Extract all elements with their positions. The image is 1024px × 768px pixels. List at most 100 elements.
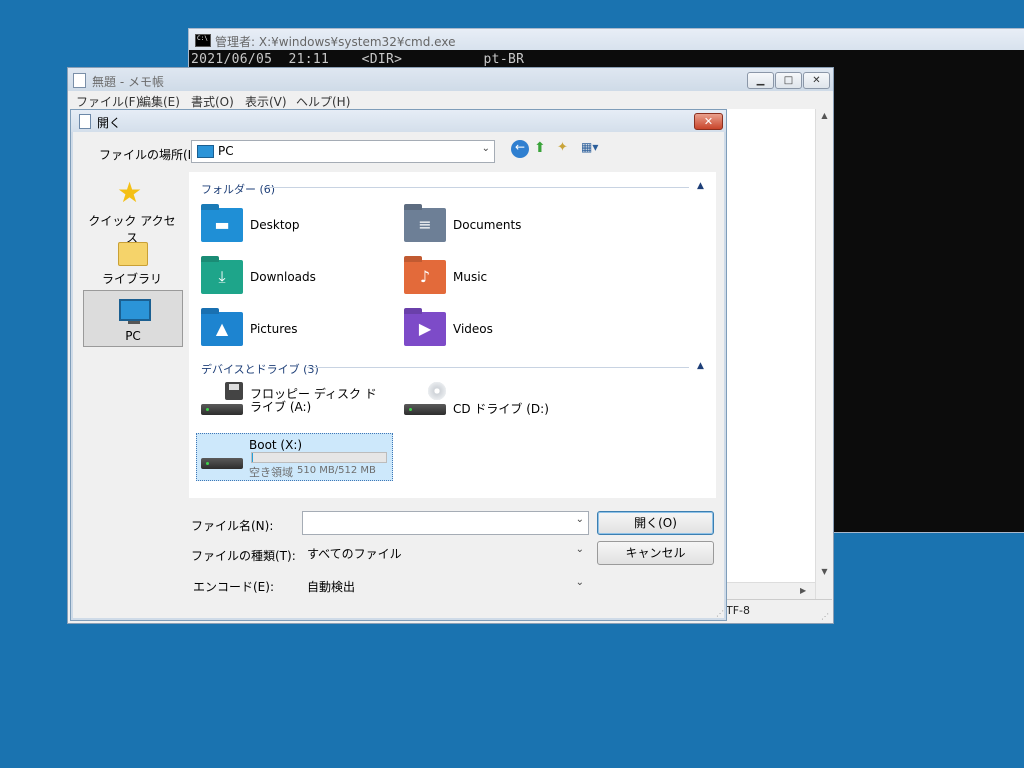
collapse-chevron-icon[interactable]: ▲: [697, 181, 704, 191]
scroll-up-icon[interactable]: ▲: [816, 111, 833, 120]
cmd-titlebar[interactable]: 管理者: X:¥windows¥system32¥cmd.exe: [189, 29, 1024, 50]
minimize-button[interactable]: ▁: [747, 72, 774, 89]
cd-drive-icon: [404, 404, 446, 415]
folder-pictures[interactable]: ▲ Pictures: [201, 312, 391, 346]
capacity-bar: [251, 452, 387, 463]
menu-help[interactable]: ヘルプ(H): [296, 93, 350, 110]
item-name: Pictures: [250, 322, 298, 336]
menu-bar: ファイル(F) 編集(E) 書式(O) 表示(V) ヘルプ(H): [68, 91, 833, 109]
location-combo[interactable]: PC ⌄: [191, 140, 495, 163]
monitor-stand: [128, 321, 140, 324]
drive-cd[interactable]: CD ドライブ (D:): [404, 382, 594, 422]
new-folder-icon[interactable]: ✦: [557, 140, 575, 158]
chevron-down-icon: ⌄: [575, 544, 584, 555]
cmd-icon: [195, 34, 211, 47]
dialog-close-button[interactable]: ✕: [694, 113, 723, 130]
item-name: Desktop: [250, 218, 300, 232]
maximize-button[interactable]: □: [775, 72, 802, 89]
location-value: PC: [218, 144, 234, 158]
floppy-disk-icon: [225, 382, 243, 400]
menu-file[interactable]: ファイル(F): [76, 93, 140, 110]
encoding-select[interactable]: 自動検出 ⌄: [302, 574, 589, 598]
scroll-right-icon[interactable]: ▶: [800, 586, 806, 595]
close-icon: ✕: [703, 115, 714, 128]
dialog-title: 開く: [97, 116, 122, 130]
resize-grip-icon[interactable]: ⋰: [821, 612, 829, 621]
filename-label: ファイル名(N):: [191, 519, 274, 533]
folder-desktop[interactable]: ▬ Desktop: [201, 208, 391, 242]
filetype-label: ファイルの種類(T):: [191, 549, 296, 563]
vertical-scrollbar[interactable]: ▲ ▼: [815, 109, 833, 599]
view-menu-icon[interactable]: ▦▾: [581, 140, 607, 158]
folder-documents[interactable]: ≡ Documents: [404, 208, 594, 242]
item-name: フロッピー ディスク ドライブ (A:): [250, 387, 377, 414]
filetype-select[interactable]: すべてのファイル ⌄: [302, 541, 589, 565]
item-name: Videos: [453, 322, 493, 336]
item-name: Downloads: [250, 270, 316, 284]
downloads-folder-icon: ⤓: [201, 260, 243, 294]
up-folder-icon[interactable]: ⬆: [534, 140, 552, 158]
close-button[interactable]: ✕: [803, 72, 830, 89]
devices-group-header[interactable]: デバイスとドライブ (3): [201, 361, 319, 377]
folder-downloads[interactable]: ⤓ Downloads: [201, 260, 391, 294]
cd-disc-icon: [428, 382, 446, 400]
filename-input[interactable]: ⌄: [302, 511, 589, 535]
chevron-down-icon[interactable]: ⌄: [576, 514, 584, 525]
dialog-icon: [79, 114, 91, 129]
capacity-text: 510 MB/512 MB: [297, 465, 376, 476]
dialog-titlebar[interactable]: 開く ✕: [71, 110, 726, 132]
folders-group-header[interactable]: フォルダー (6): [201, 181, 275, 197]
place-label: ライブラリ: [101, 272, 162, 286]
pictures-folder-icon: ▲: [201, 312, 243, 346]
notepad-title: 無題 - メモ帳: [92, 75, 164, 89]
back-icon[interactable]: ←: [511, 140, 529, 158]
capacity-bar-fill: [252, 453, 253, 462]
encoding-label: エンコード(E):: [193, 580, 274, 594]
cmd-title: 管理者: X:¥windows¥system32¥cmd.exe: [215, 35, 456, 49]
group-divider: [307, 367, 689, 368]
notepad-titlebar[interactable]: 無題 - メモ帳 ▁ □ ✕: [68, 68, 833, 91]
chevron-down-icon: ⌄: [481, 143, 490, 154]
music-folder-icon: ♪: [404, 260, 446, 294]
drive-floppy[interactable]: フロッピー ディスク ドライブ (A:): [201, 382, 391, 422]
menu-format[interactable]: 書式(O): [191, 93, 234, 110]
open-dialog[interactable]: 開く ✕ ファイルの場所(I): PC ⌄ ← ⬆ ✦ ▦▾ ★ クイック アク…: [70, 109, 727, 621]
status-encoding: TF-8: [726, 604, 751, 617]
notepad-icon: [73, 73, 86, 88]
item-name: Documents: [453, 218, 522, 232]
videos-folder-icon: ▶: [404, 312, 446, 346]
horizontal-scrollbar[interactable]: ▶: [726, 582, 815, 600]
chevron-down-icon: ⌄: [575, 577, 584, 588]
filetype-value: すべてのファイル: [307, 547, 402, 561]
location-label: ファイルの場所(I):: [99, 148, 200, 162]
cancel-button[interactable]: キャンセル: [597, 541, 714, 565]
floppy-drive-icon: [201, 404, 243, 415]
drive-boot-selected[interactable]: Boot (X:) 空き領域 510 MB/512 MB: [196, 433, 393, 481]
item-name: Boot (X:): [249, 438, 303, 452]
desktop-folder-icon: ▬: [201, 208, 243, 242]
status-bar: TF-8 ⋰: [726, 599, 832, 623]
collapse-chevron-icon[interactable]: ▲: [697, 361, 704, 371]
resize-grip-icon[interactable]: ⋰: [716, 609, 724, 618]
open-button[interactable]: 開く(O): [597, 511, 714, 535]
file-list-pane[interactable]: フォルダー (6) ▲ ▬ Desktop ≡ Documents ⤓ Down…: [189, 172, 716, 498]
documents-folder-icon: ≡: [404, 208, 446, 242]
computer-icon: [119, 299, 151, 321]
place-label: PC: [125, 329, 141, 343]
item-name: CD ドライブ (D:): [453, 402, 549, 416]
close-icon: ✕: [812, 75, 821, 86]
console-line: 2021/06/05 21:11 <DIR> pt-BR: [191, 52, 525, 67]
computer-icon: [197, 145, 214, 158]
item-name: Music: [453, 270, 488, 284]
place-libraries[interactable]: ライブラリ: [83, 232, 181, 290]
folder-videos[interactable]: ▶ Videos: [404, 312, 594, 346]
menu-view[interactable]: 表示(V): [245, 93, 287, 110]
hard-drive-icon: [201, 458, 243, 469]
menu-edit[interactable]: 編集(E): [139, 93, 180, 110]
library-folder-icon: [118, 242, 148, 266]
group-divider: [265, 187, 689, 188]
scroll-down-icon[interactable]: ▼: [816, 567, 833, 576]
place-quick-access[interactable]: ★ クイック アクセス: [83, 172, 181, 246]
place-pc[interactable]: PC: [83, 290, 183, 347]
folder-music[interactable]: ♪ Music: [404, 260, 594, 294]
